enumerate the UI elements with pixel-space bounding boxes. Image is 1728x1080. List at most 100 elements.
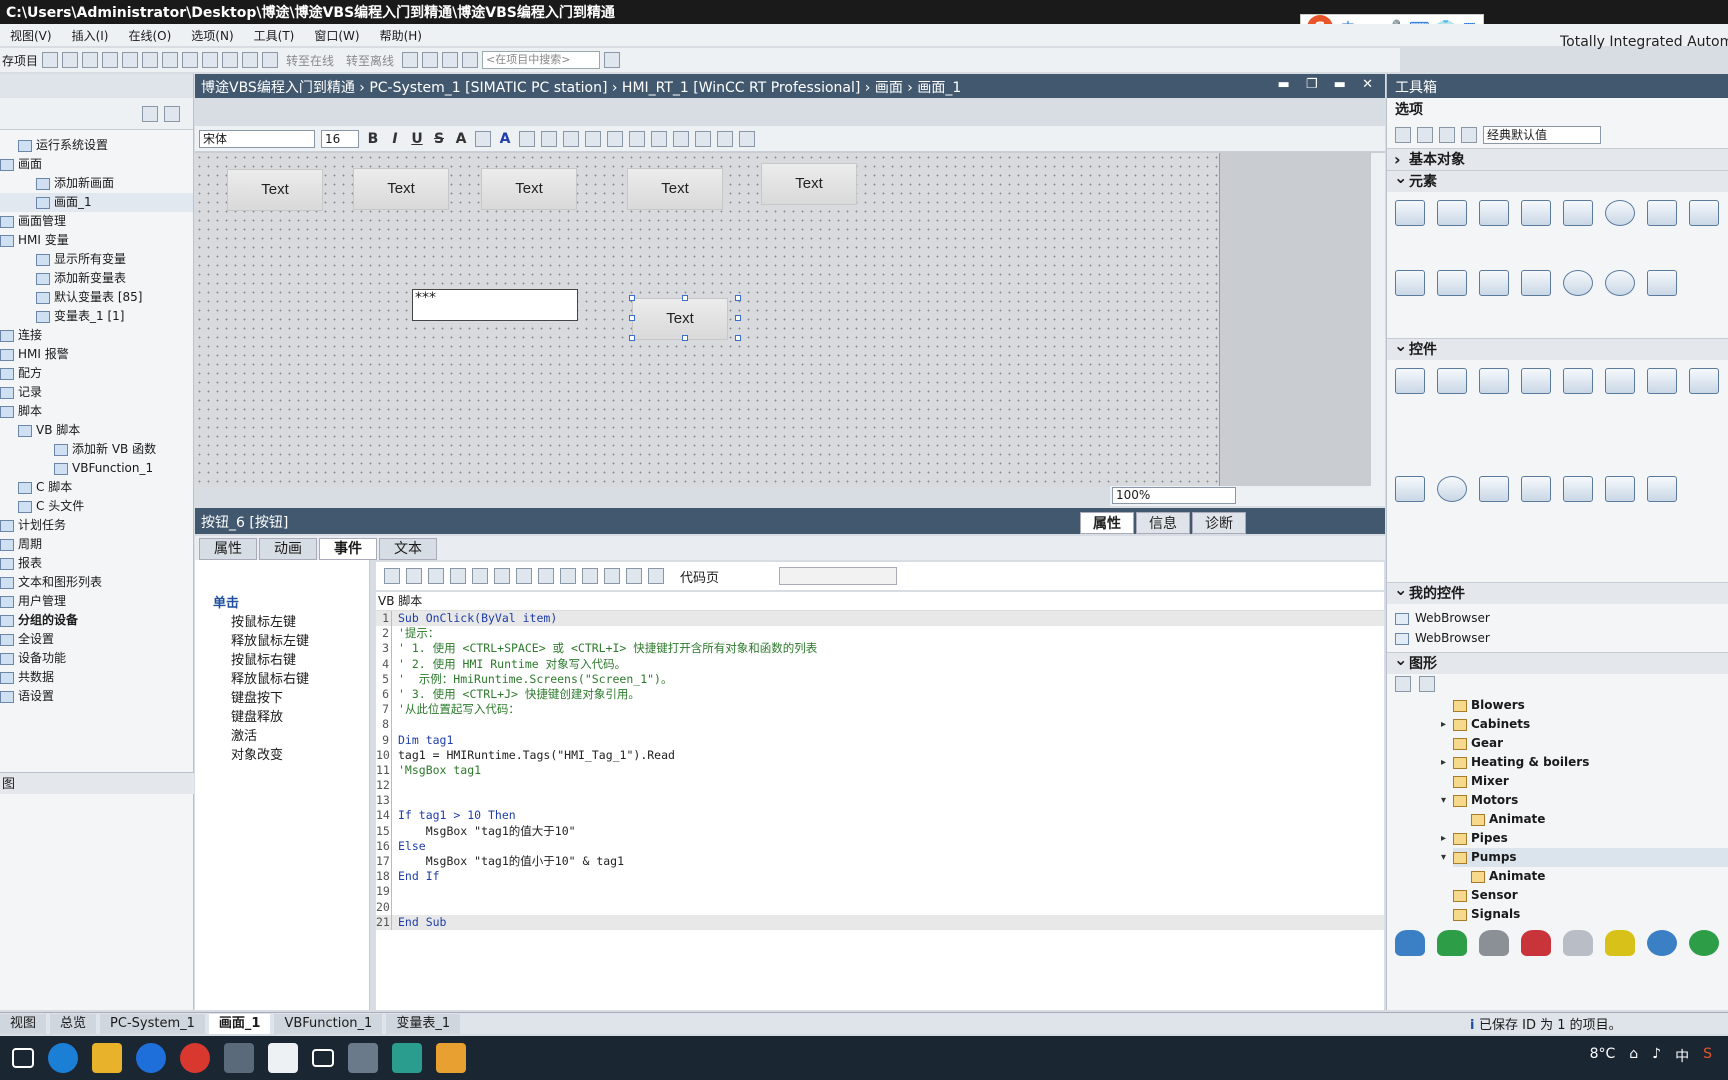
bring-front-icon[interactable] xyxy=(607,130,623,147)
pump-gray-icon[interactable] xyxy=(1479,930,1509,956)
graphics-folder[interactable]: Animate xyxy=(1453,810,1728,829)
chrome-icon[interactable] xyxy=(180,1043,210,1073)
resize-handle[interactable] xyxy=(629,315,635,321)
checkbox-icon[interactable] xyxy=(1479,270,1509,296)
file-explorer-icon[interactable] xyxy=(92,1043,122,1073)
format-painter-icon[interactable] xyxy=(717,130,733,147)
tree-item[interactable]: 语设置 xyxy=(0,687,193,706)
expand-arrow-icon[interactable]: ▸ xyxy=(1441,715,1446,734)
tree-item[interactable]: 设备功能 xyxy=(0,649,193,668)
media-player-icon[interactable] xyxy=(1437,476,1467,502)
save-project-label[interactable]: 存项目 xyxy=(2,52,38,69)
task-view-icon[interactable] xyxy=(12,1048,34,1068)
tree-item[interactable]: HMI 报警 xyxy=(0,345,193,364)
app-icon[interactable] xyxy=(348,1043,378,1073)
line-width-icon[interactable] xyxy=(563,130,579,147)
rectangle-icon[interactable] xyxy=(1563,200,1593,226)
accessible-devices-icon[interactable] xyxy=(402,52,419,68)
tab-overview[interactable]: 总览 xyxy=(50,1013,97,1034)
split-vertical-icon[interactable] xyxy=(462,52,479,68)
code-line[interactable]: 10 tag1 = HMIRuntime.Tags("HMI_Tag_1").Re… xyxy=(376,747,1384,763)
portal-view-tab[interactable]: 视图 xyxy=(0,1013,47,1034)
table-view-icon[interactable] xyxy=(142,106,158,122)
scrollbar-icon[interactable] xyxy=(1437,270,1467,296)
code-line[interactable]: 2 '提示： xyxy=(376,626,1384,642)
code-page-select[interactable] xyxy=(779,567,898,585)
event-key-down[interactable]: 键盘按下 xyxy=(195,689,369,708)
tree-item[interactable]: 画面_1 xyxy=(0,193,193,212)
trend-view-icon[interactable] xyxy=(1647,368,1677,394)
f-trend-icon[interactable] xyxy=(1689,368,1719,394)
cut-icon[interactable] xyxy=(62,52,79,68)
graphics-folder[interactable]: Blowers xyxy=(1453,696,1728,715)
subtab-events[interactable]: 事件 xyxy=(319,538,377,560)
project-search-input[interactable]: <在项目中搜索> xyxy=(482,51,601,69)
underline-icon[interactable]: U xyxy=(409,131,425,147)
line-style-icon[interactable] xyxy=(585,130,601,147)
code-line[interactable]: 5 ' 示例：HmiRuntime.Screens("Screen_1")。 xyxy=(376,671,1384,687)
flag-icon[interactable] xyxy=(648,568,664,584)
bar-icon[interactable] xyxy=(1647,270,1677,296)
tree-settings-icon[interactable] xyxy=(164,106,180,122)
code-line[interactable]: 21 End Sub xyxy=(376,914,1384,930)
volume-icon[interactable]: ♪ xyxy=(1652,1046,1661,1066)
tab-screen-1[interactable]: 画面_1 xyxy=(208,1013,271,1034)
combo-box-icon[interactable] xyxy=(1647,200,1677,226)
system-info-icon[interactable] xyxy=(1563,476,1593,502)
code-line[interactable]: 17 MsgBox "tag1的值小于10" & tag1 xyxy=(376,854,1384,870)
italic-icon[interactable]: I xyxy=(387,131,403,147)
event-object-change[interactable]: 对象改变 xyxy=(195,746,369,765)
subtab-properties[interactable]: 属性 xyxy=(199,538,257,560)
hmi-button-5[interactable]: Text xyxy=(761,163,857,205)
tab-diagnostics[interactable]: 诊断 xyxy=(1192,512,1246,534)
bookmark-icon[interactable] xyxy=(560,568,576,584)
zoom-select[interactable]: 100% xyxy=(1112,487,1236,504)
graphics-folder[interactable]: Gear xyxy=(1453,734,1728,753)
tree-item[interactable]: 配方 xyxy=(0,364,193,383)
hmi-button-1[interactable]: Text xyxy=(227,169,323,211)
add-folder-icon[interactable] xyxy=(1395,676,1411,692)
hmi-button-6-selected[interactable]: Text xyxy=(632,298,728,340)
resize-handle[interactable] xyxy=(735,315,741,321)
tab-vbfunction[interactable]: VBFunction_1 xyxy=(274,1013,383,1034)
my-control-item[interactable]: WebBrowser xyxy=(1387,608,1728,628)
same-size-icon[interactable] xyxy=(695,130,711,147)
expand-arrow-icon[interactable]: ▾ xyxy=(1441,848,1446,867)
menu-item-tools[interactable]: 工具(T) xyxy=(244,27,305,44)
tree-item[interactable]: 共数据 xyxy=(0,668,193,687)
clock-icon[interactable] xyxy=(1605,270,1635,296)
tab-info[interactable]: 信息 xyxy=(1136,512,1190,534)
line-color-icon[interactable] xyxy=(541,130,557,147)
tree-item[interactable]: 计划任务 xyxy=(0,516,193,535)
code-line[interactable]: 16 Else xyxy=(376,838,1384,854)
device-diagnostics-icon[interactable] xyxy=(1521,368,1551,394)
button-icon[interactable] xyxy=(1437,200,1467,226)
compile-icon[interactable] xyxy=(182,52,199,68)
diagnostics-icon[interactable] xyxy=(1395,476,1425,502)
code-line[interactable]: 20 xyxy=(376,899,1384,915)
code-line[interactable]: 12 xyxy=(376,778,1384,794)
tree-item[interactable]: 记录 xyxy=(0,383,193,402)
tia-portal-icon[interactable] xyxy=(224,1043,254,1073)
wechat-icon[interactable] xyxy=(436,1043,466,1073)
code-line[interactable]: 6 ' 3. 使用 <CTRL+J> 快捷键创建对象引用。 xyxy=(376,686,1384,703)
tree-item[interactable]: 全设置 xyxy=(0,630,193,649)
group-icon[interactable] xyxy=(673,130,689,147)
resize-handle[interactable] xyxy=(735,335,741,341)
pump-yellow-icon[interactable] xyxy=(1605,930,1635,956)
code-line[interactable]: 14 If tag1 > 10 Then xyxy=(376,808,1384,824)
tree-item[interactable]: C 脚本 xyxy=(0,478,193,497)
tree-item[interactable]: 添加新画面 xyxy=(0,174,193,193)
menu-item-help[interactable]: 帮助(H) xyxy=(370,27,432,44)
input-lang[interactable]: 中 xyxy=(1675,1046,1689,1066)
pump-silver-icon[interactable] xyxy=(1563,930,1593,956)
outdent-icon[interactable] xyxy=(428,568,444,584)
tree-item[interactable]: 分组的设备 xyxy=(0,611,193,630)
slider-icon[interactable] xyxy=(1395,270,1425,296)
resize-handle[interactable] xyxy=(682,335,688,341)
tree-item[interactable]: 周期 xyxy=(0,535,193,554)
gauge-icon[interactable] xyxy=(1563,270,1593,296)
expand-arrow-icon[interactable]: ▸ xyxy=(1441,829,1446,848)
pump-blue-icon[interactable] xyxy=(1395,930,1425,956)
comment-icon[interactable] xyxy=(450,568,466,584)
